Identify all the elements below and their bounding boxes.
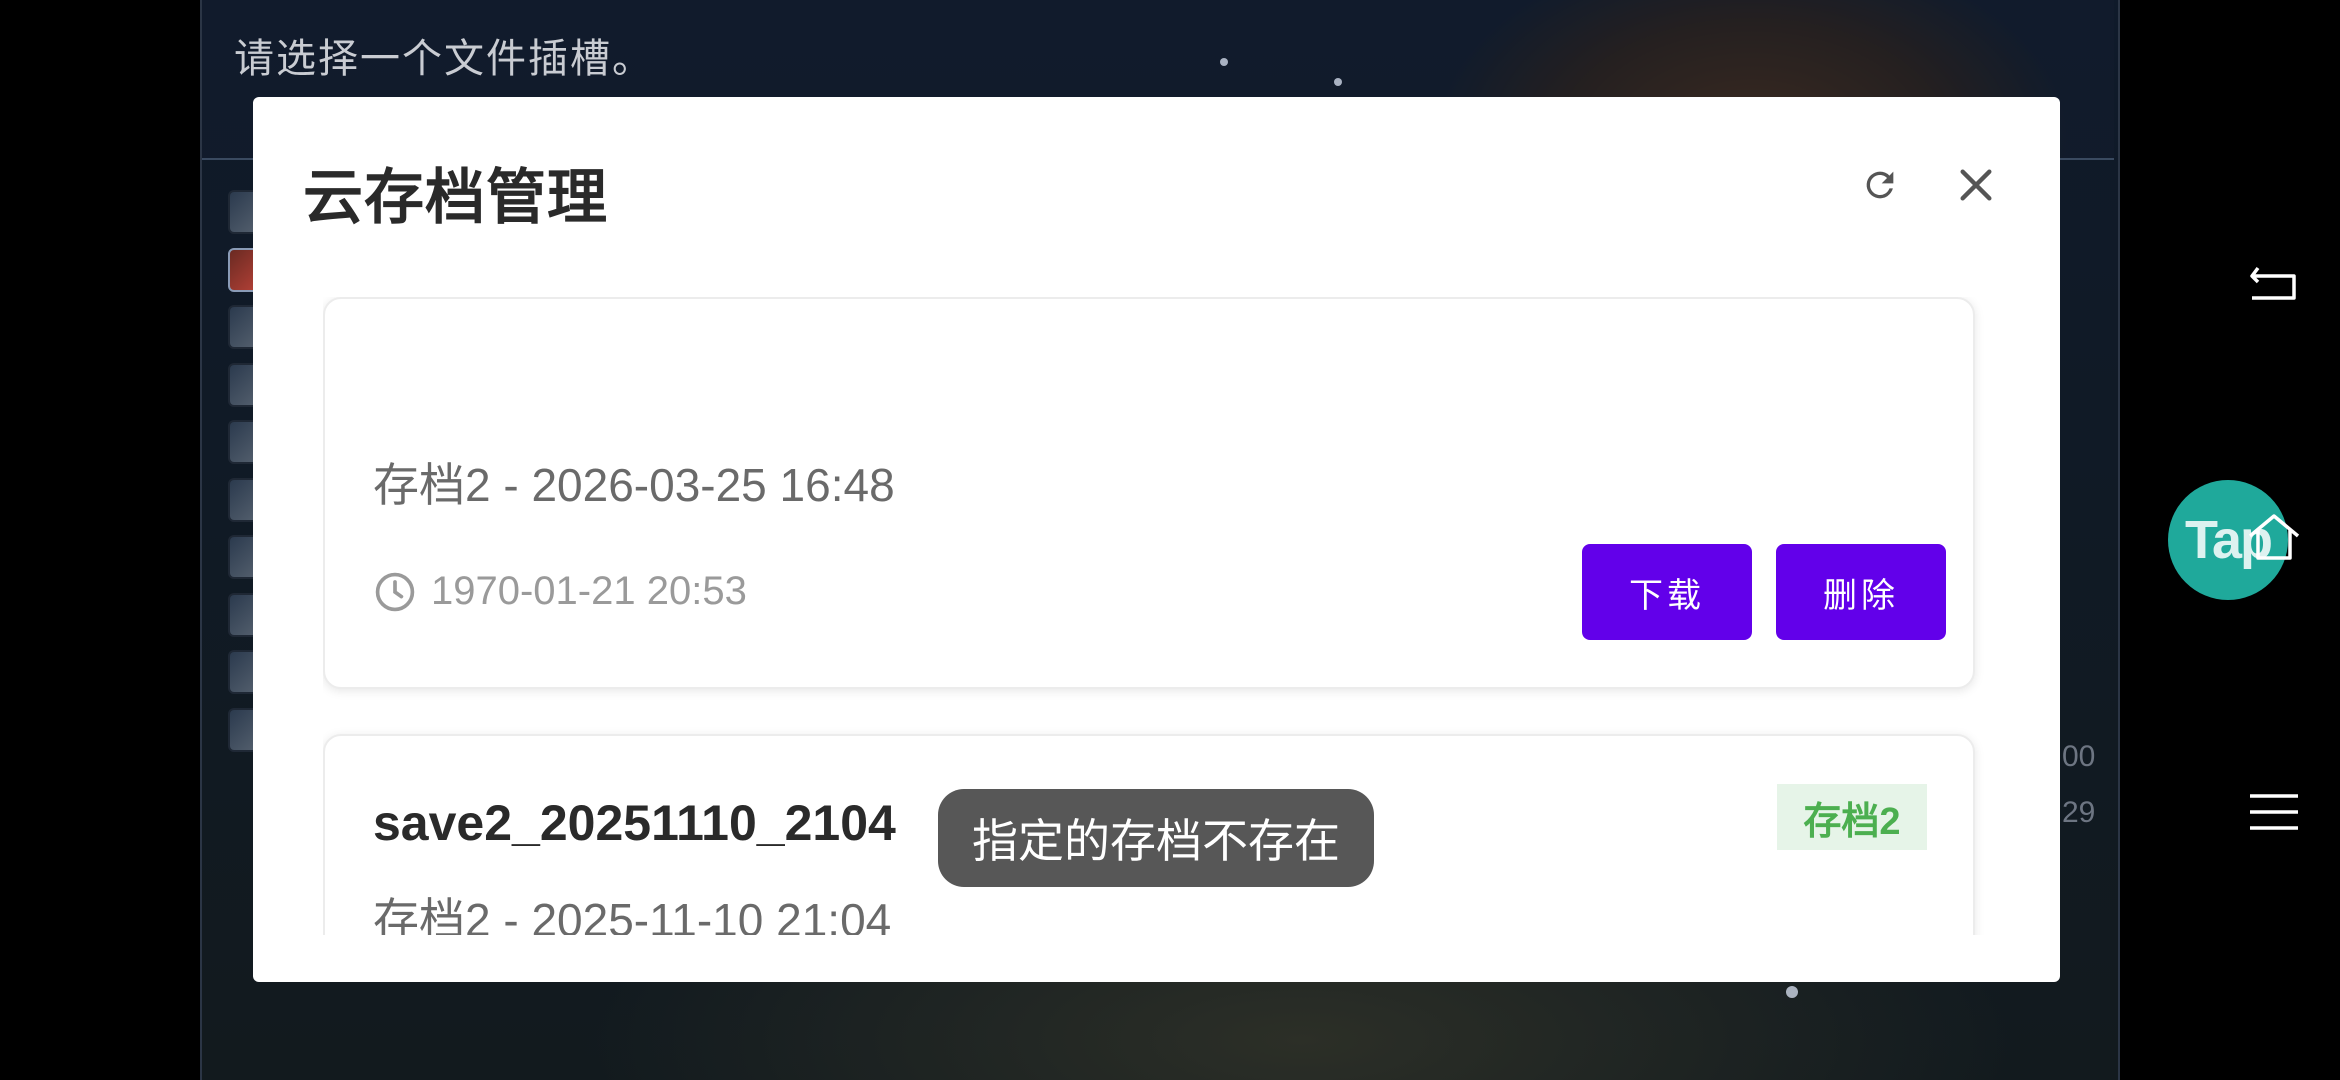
delete-button[interactable]: 删除 — [1776, 544, 1946, 640]
toast-message: 指定的存档不存在 — [938, 789, 1374, 887]
home-icon — [2248, 514, 2300, 560]
save-description: 存档2 - 2025-11-10 21:04 — [373, 894, 892, 935]
back-button[interactable] — [2244, 254, 2304, 314]
close-button[interactable] — [1946, 155, 2006, 215]
refresh-button[interactable] — [1850, 155, 1910, 215]
star-decoration — [1220, 58, 1228, 66]
save-card: 存档2 - 2026-03-25 16:48 1970-01-21 20:53 … — [323, 297, 1975, 689]
menu-icon — [2250, 794, 2298, 830]
back-icon — [2250, 266, 2296, 300]
download-button[interactable]: 下载 — [1582, 544, 1752, 640]
save-time-text: 1970-01-21 20:53 — [431, 569, 747, 613]
save-timestamp: 1970-01-21 20:53 — [373, 569, 747, 614]
system-nav-bar — [2180, 0, 2340, 1080]
close-icon — [1960, 169, 1992, 201]
refresh-icon — [1866, 171, 1894, 199]
star-decoration — [1334, 78, 1342, 86]
save-description: 存档2 - 2026-03-25 16:48 — [373, 459, 895, 511]
clock-icon — [375, 572, 415, 611]
home-button[interactable] — [2244, 508, 2304, 568]
star-decoration — [1786, 986, 1798, 998]
dialog-title: 云存档管理 — [303, 164, 608, 231]
menu-button[interactable] — [2244, 782, 2304, 842]
slot-badge: 存档2 — [1777, 784, 1927, 850]
save-name: save2_20251110_2104 — [373, 795, 896, 851]
partial-number: 00 — [2062, 740, 2096, 773]
partial-number: 29 — [2062, 796, 2096, 829]
file-slot-prompt: 请选择一个文件插槽。 — [234, 37, 654, 81]
